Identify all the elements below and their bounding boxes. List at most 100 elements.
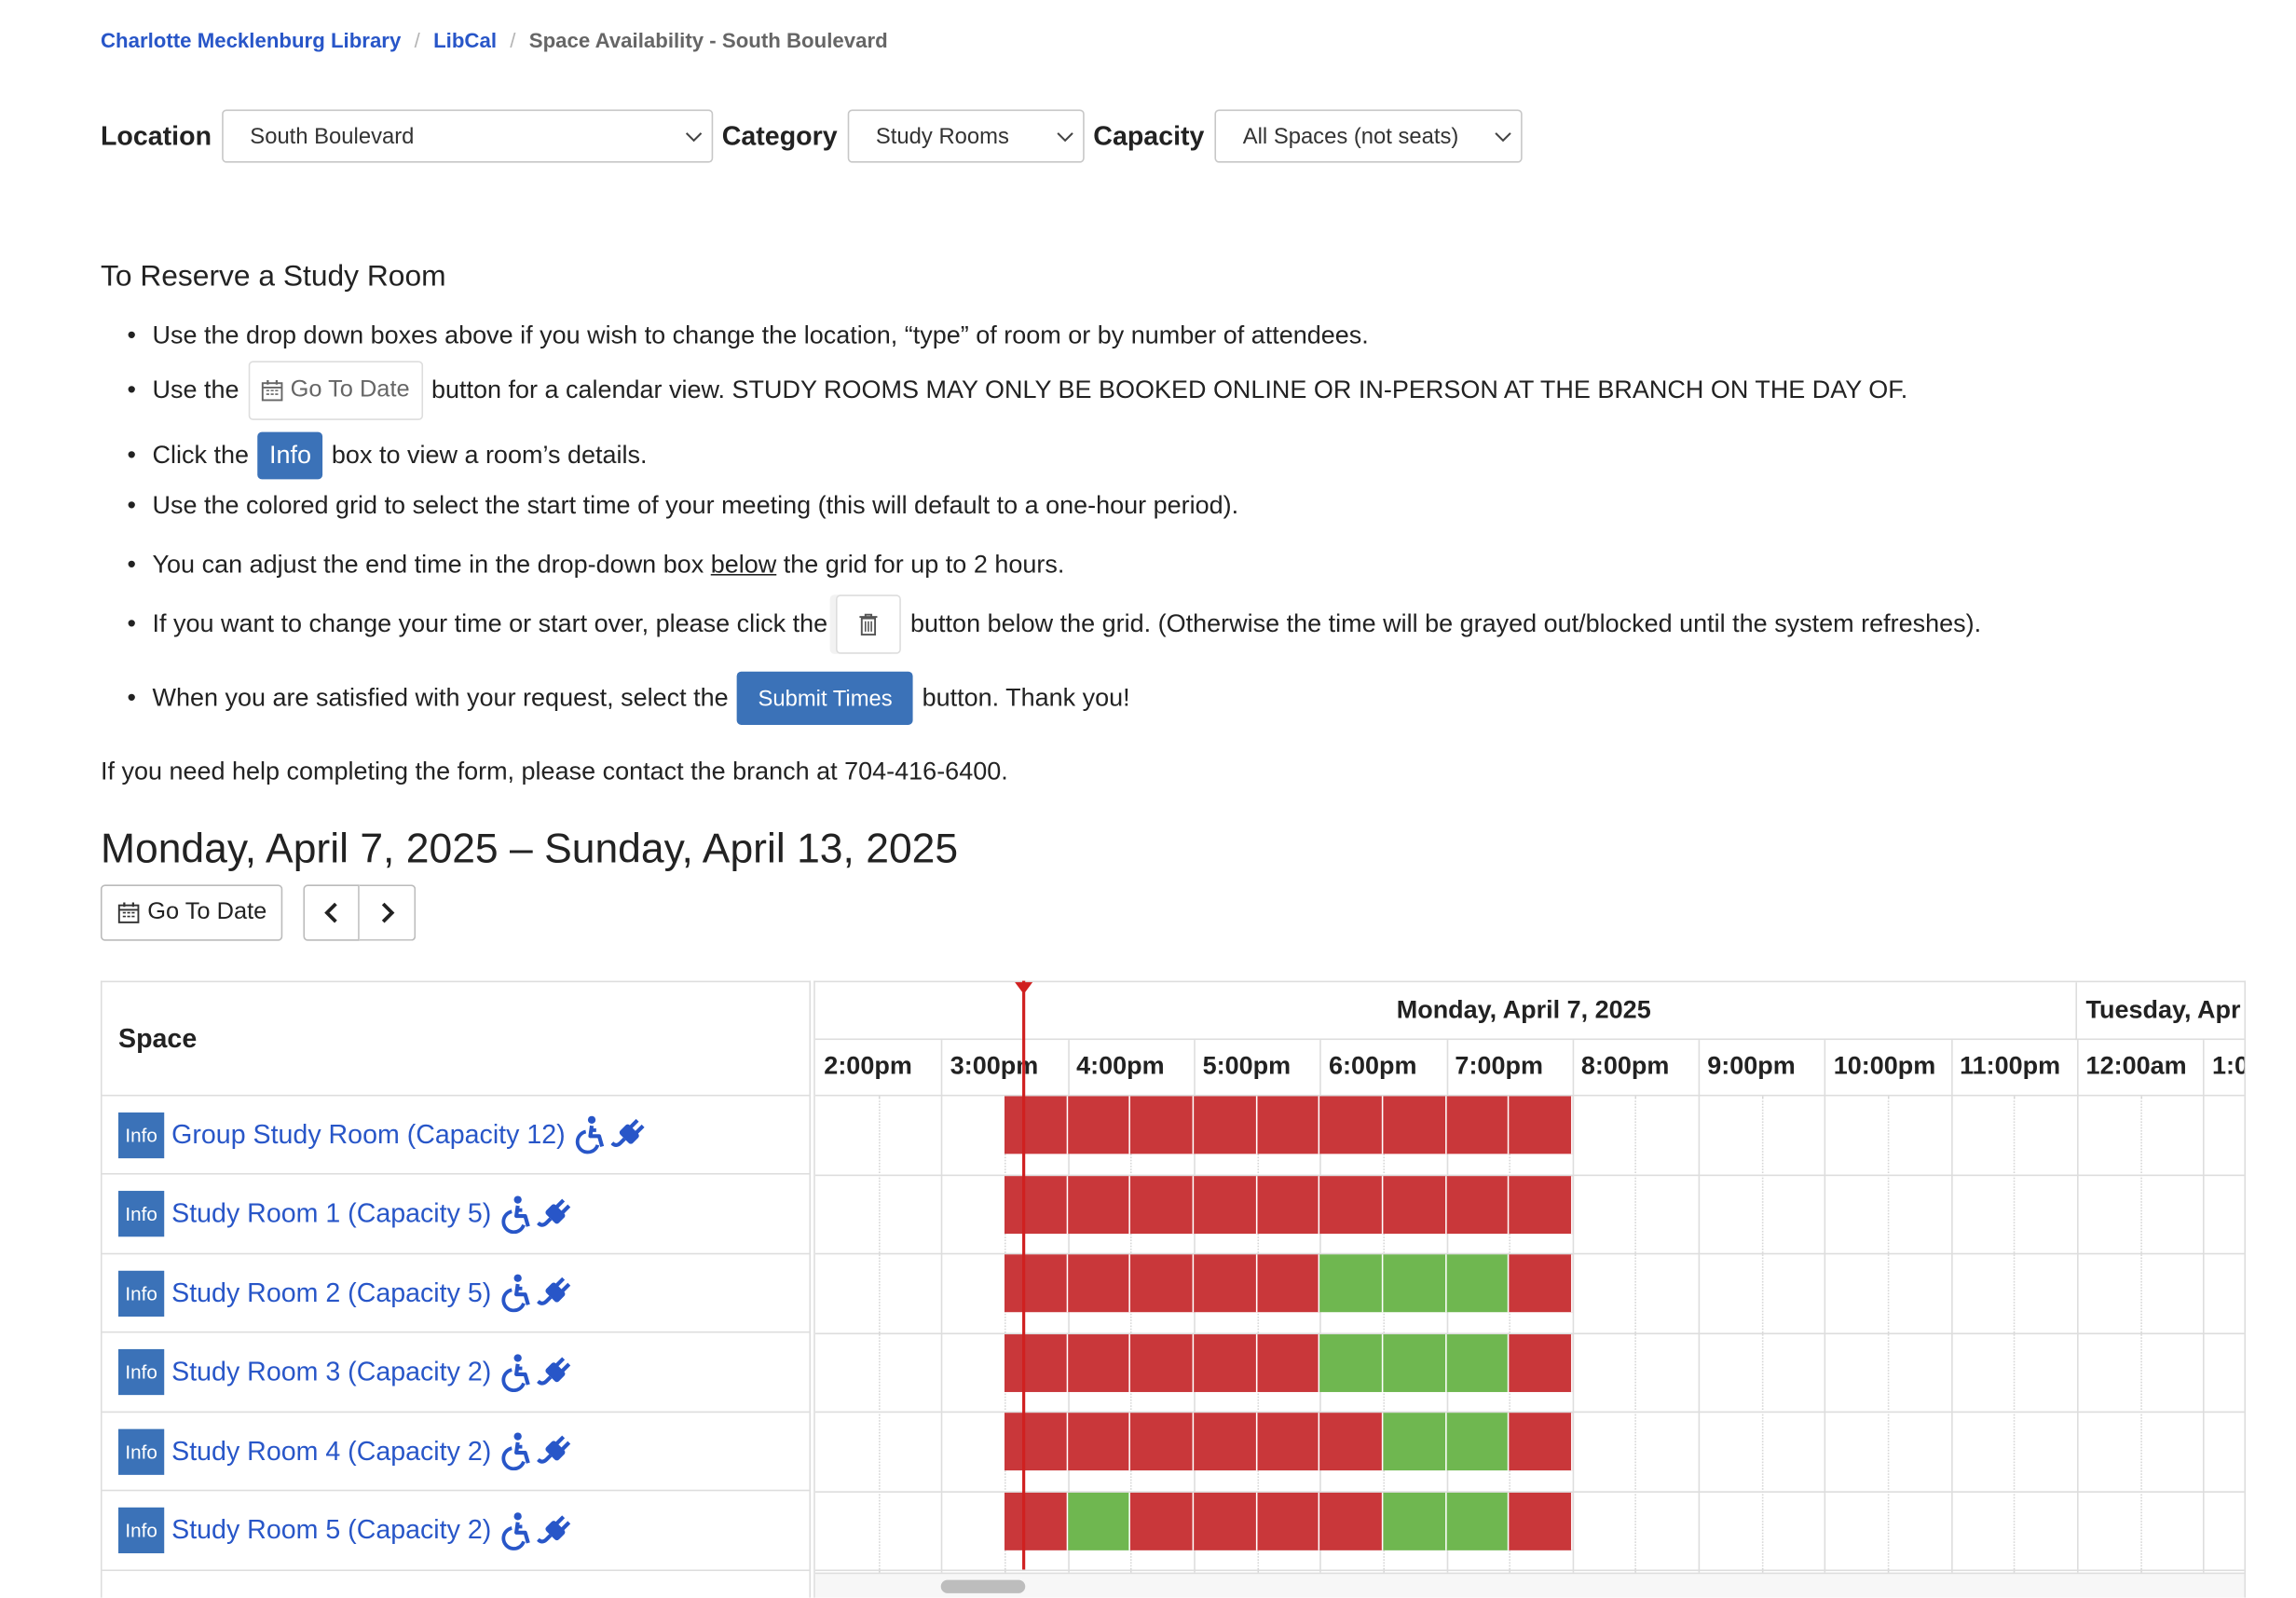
category-select[interactable]: Study Rooms [847, 109, 1085, 163]
booked-slot [1509, 1333, 1573, 1392]
accessible-icon [501, 1274, 530, 1313]
booked-slot [1067, 1096, 1131, 1154]
booked-slot [1194, 1254, 1257, 1313]
go-to-date-button[interactable]: Go To Date [100, 884, 283, 941]
room-link[interactable]: Study Room 4 (Capacity 2) [171, 1436, 491, 1467]
booked-slot [1256, 1333, 1320, 1392]
accessible-icon [501, 1195, 530, 1234]
booked-slot [1256, 1413, 1320, 1471]
half-hour-gridline [878, 1096, 881, 1573]
power-outlet-icon [537, 1277, 571, 1305]
info-button[interactable]: Info [118, 1427, 165, 1475]
category-label: Category [721, 120, 838, 151]
booked-slot [1509, 1492, 1573, 1550]
hour-gridline [1950, 1040, 1953, 1573]
instruction-text: Click the [152, 441, 250, 470]
booked-slot [1130, 1254, 1195, 1313]
booked-slot [1319, 1413, 1384, 1471]
previous-button[interactable] [303, 884, 360, 941]
availability-grid: Monday, April 7, 2025 Tuesday, Apr 2:00p… [813, 980, 2247, 1598]
breadcrumb-libcal[interactable]: LibCal [433, 28, 497, 51]
calendar-icon [262, 380, 283, 402]
next-button[interactable] [359, 884, 417, 941]
accessible-icon [501, 1432, 530, 1471]
info-button[interactable]: Info [118, 1269, 165, 1317]
available-slot[interactable] [1067, 1492, 1131, 1550]
hour-label: 8:00pm [1580, 1051, 1670, 1080]
instruction-item: If you want to change your time or start… [128, 594, 1981, 654]
current-time-line [1022, 980, 1026, 1570]
instruction-underline: below [710, 550, 777, 579]
accessible-icon [576, 1115, 605, 1154]
half-hour-gridline [1761, 1096, 1764, 1573]
hour-header-row: 2:00pm 3:00pm 4:00pm 5:00pm 6:00pm 7:00pm 8:00… [814, 1040, 2244, 1097]
booked-slot [1004, 1096, 1068, 1154]
power-outlet-icon [537, 1435, 571, 1464]
capacity-select[interactable]: All Spaces (not seats) [1214, 109, 1523, 163]
available-slot[interactable] [1383, 1413, 1446, 1471]
instruction-item: Click the Info box to view a room’s deta… [128, 431, 648, 480]
power-outlet-icon [537, 1197, 571, 1226]
available-slot[interactable] [1445, 1413, 1510, 1471]
room-link[interactable]: Study Room 3 (Capacity 2) [171, 1357, 491, 1387]
booked-slot [1194, 1333, 1257, 1392]
available-slot[interactable] [1445, 1333, 1510, 1392]
info-button[interactable]: Info [118, 1348, 165, 1396]
current-time-marker-icon [1015, 982, 1033, 994]
booked-slot [1256, 1492, 1320, 1550]
hour-label: 6:00pm [1328, 1051, 1417, 1080]
room-link[interactable]: Study Room 5 (Capacity 2) [171, 1515, 491, 1546]
instruction-item: You can adjust the end time in the drop-… [128, 550, 1065, 580]
location-select[interactable]: South Boulevard [222, 109, 714, 163]
booked-slot [1194, 1492, 1257, 1550]
space-header-label: Space [118, 1023, 198, 1054]
booked-slot [1004, 1254, 1068, 1313]
hour-label: 10:00pm [1833, 1051, 1936, 1080]
room-link[interactable]: Study Room 1 (Capacity 5) [171, 1198, 491, 1229]
horizontal-scrollbar[interactable] [814, 1572, 2245, 1598]
space-list: Space Info Group Study Room (Capacity 12)… [100, 980, 812, 1598]
info-button[interactable]: Info [118, 1112, 165, 1158]
instructions: To Reserve a Study Room Use the drop dow… [100, 260, 2261, 725]
available-slot[interactable] [1383, 1492, 1446, 1550]
chevron-down-icon [1057, 132, 1073, 143]
example-submit-times-button: Submit Times [737, 671, 914, 725]
space-row: Info Study Room 4 (Capacity 2) [102, 1413, 810, 1492]
available-slot[interactable] [1383, 1254, 1446, 1313]
available-slot[interactable] [1319, 1333, 1384, 1392]
day-divider [2075, 982, 2078, 1041]
instructions-heading: To Reserve a Study Room [100, 260, 446, 294]
breadcrumb-separator: / [414, 28, 420, 52]
info-button[interactable]: Info [118, 1191, 165, 1237]
booked-slot [1130, 1096, 1195, 1154]
booked-slot [1067, 1254, 1131, 1313]
breadcrumb-current: Space Availability - South Boulevard [528, 28, 888, 52]
available-slot[interactable] [1383, 1333, 1446, 1392]
booked-slot [1509, 1254, 1573, 1313]
instruction-text: Use the drop down boxes above if you wis… [152, 321, 1369, 349]
chevron-right-icon [381, 902, 394, 923]
booked-slot [1130, 1413, 1195, 1471]
chevron-down-icon [1495, 132, 1511, 143]
instruction-text: box to view a room’s details. [331, 441, 648, 470]
booked-slot [1004, 1413, 1068, 1471]
power-outlet-icon [537, 1514, 571, 1543]
grid-body [814, 1040, 2245, 1573]
instruction-text: button. Thank you! [922, 683, 1130, 712]
hour-label: 5:00pm [1202, 1051, 1292, 1080]
available-slot[interactable] [1319, 1254, 1384, 1313]
room-link[interactable]: Group Study Room (Capacity 12) [171, 1119, 566, 1150]
breadcrumb-library[interactable]: Charlotte Mecklenburg Library [101, 28, 401, 51]
scrollbar-thumb[interactable] [940, 1579, 1026, 1593]
booked-slot [1383, 1175, 1446, 1234]
room-link[interactable]: Study Room 2 (Capacity 5) [171, 1277, 491, 1308]
booked-slot [1067, 1333, 1131, 1392]
available-slot[interactable] [1445, 1492, 1510, 1550]
info-button[interactable]: Info [118, 1507, 165, 1554]
available-slot[interactable] [1445, 1254, 1510, 1313]
booked-slot [1256, 1096, 1320, 1154]
booked-slot [1383, 1096, 1446, 1154]
row-gridline [814, 1569, 2245, 1572]
booked-slot [1004, 1175, 1068, 1234]
example-button-label: Go To Date [290, 376, 410, 403]
